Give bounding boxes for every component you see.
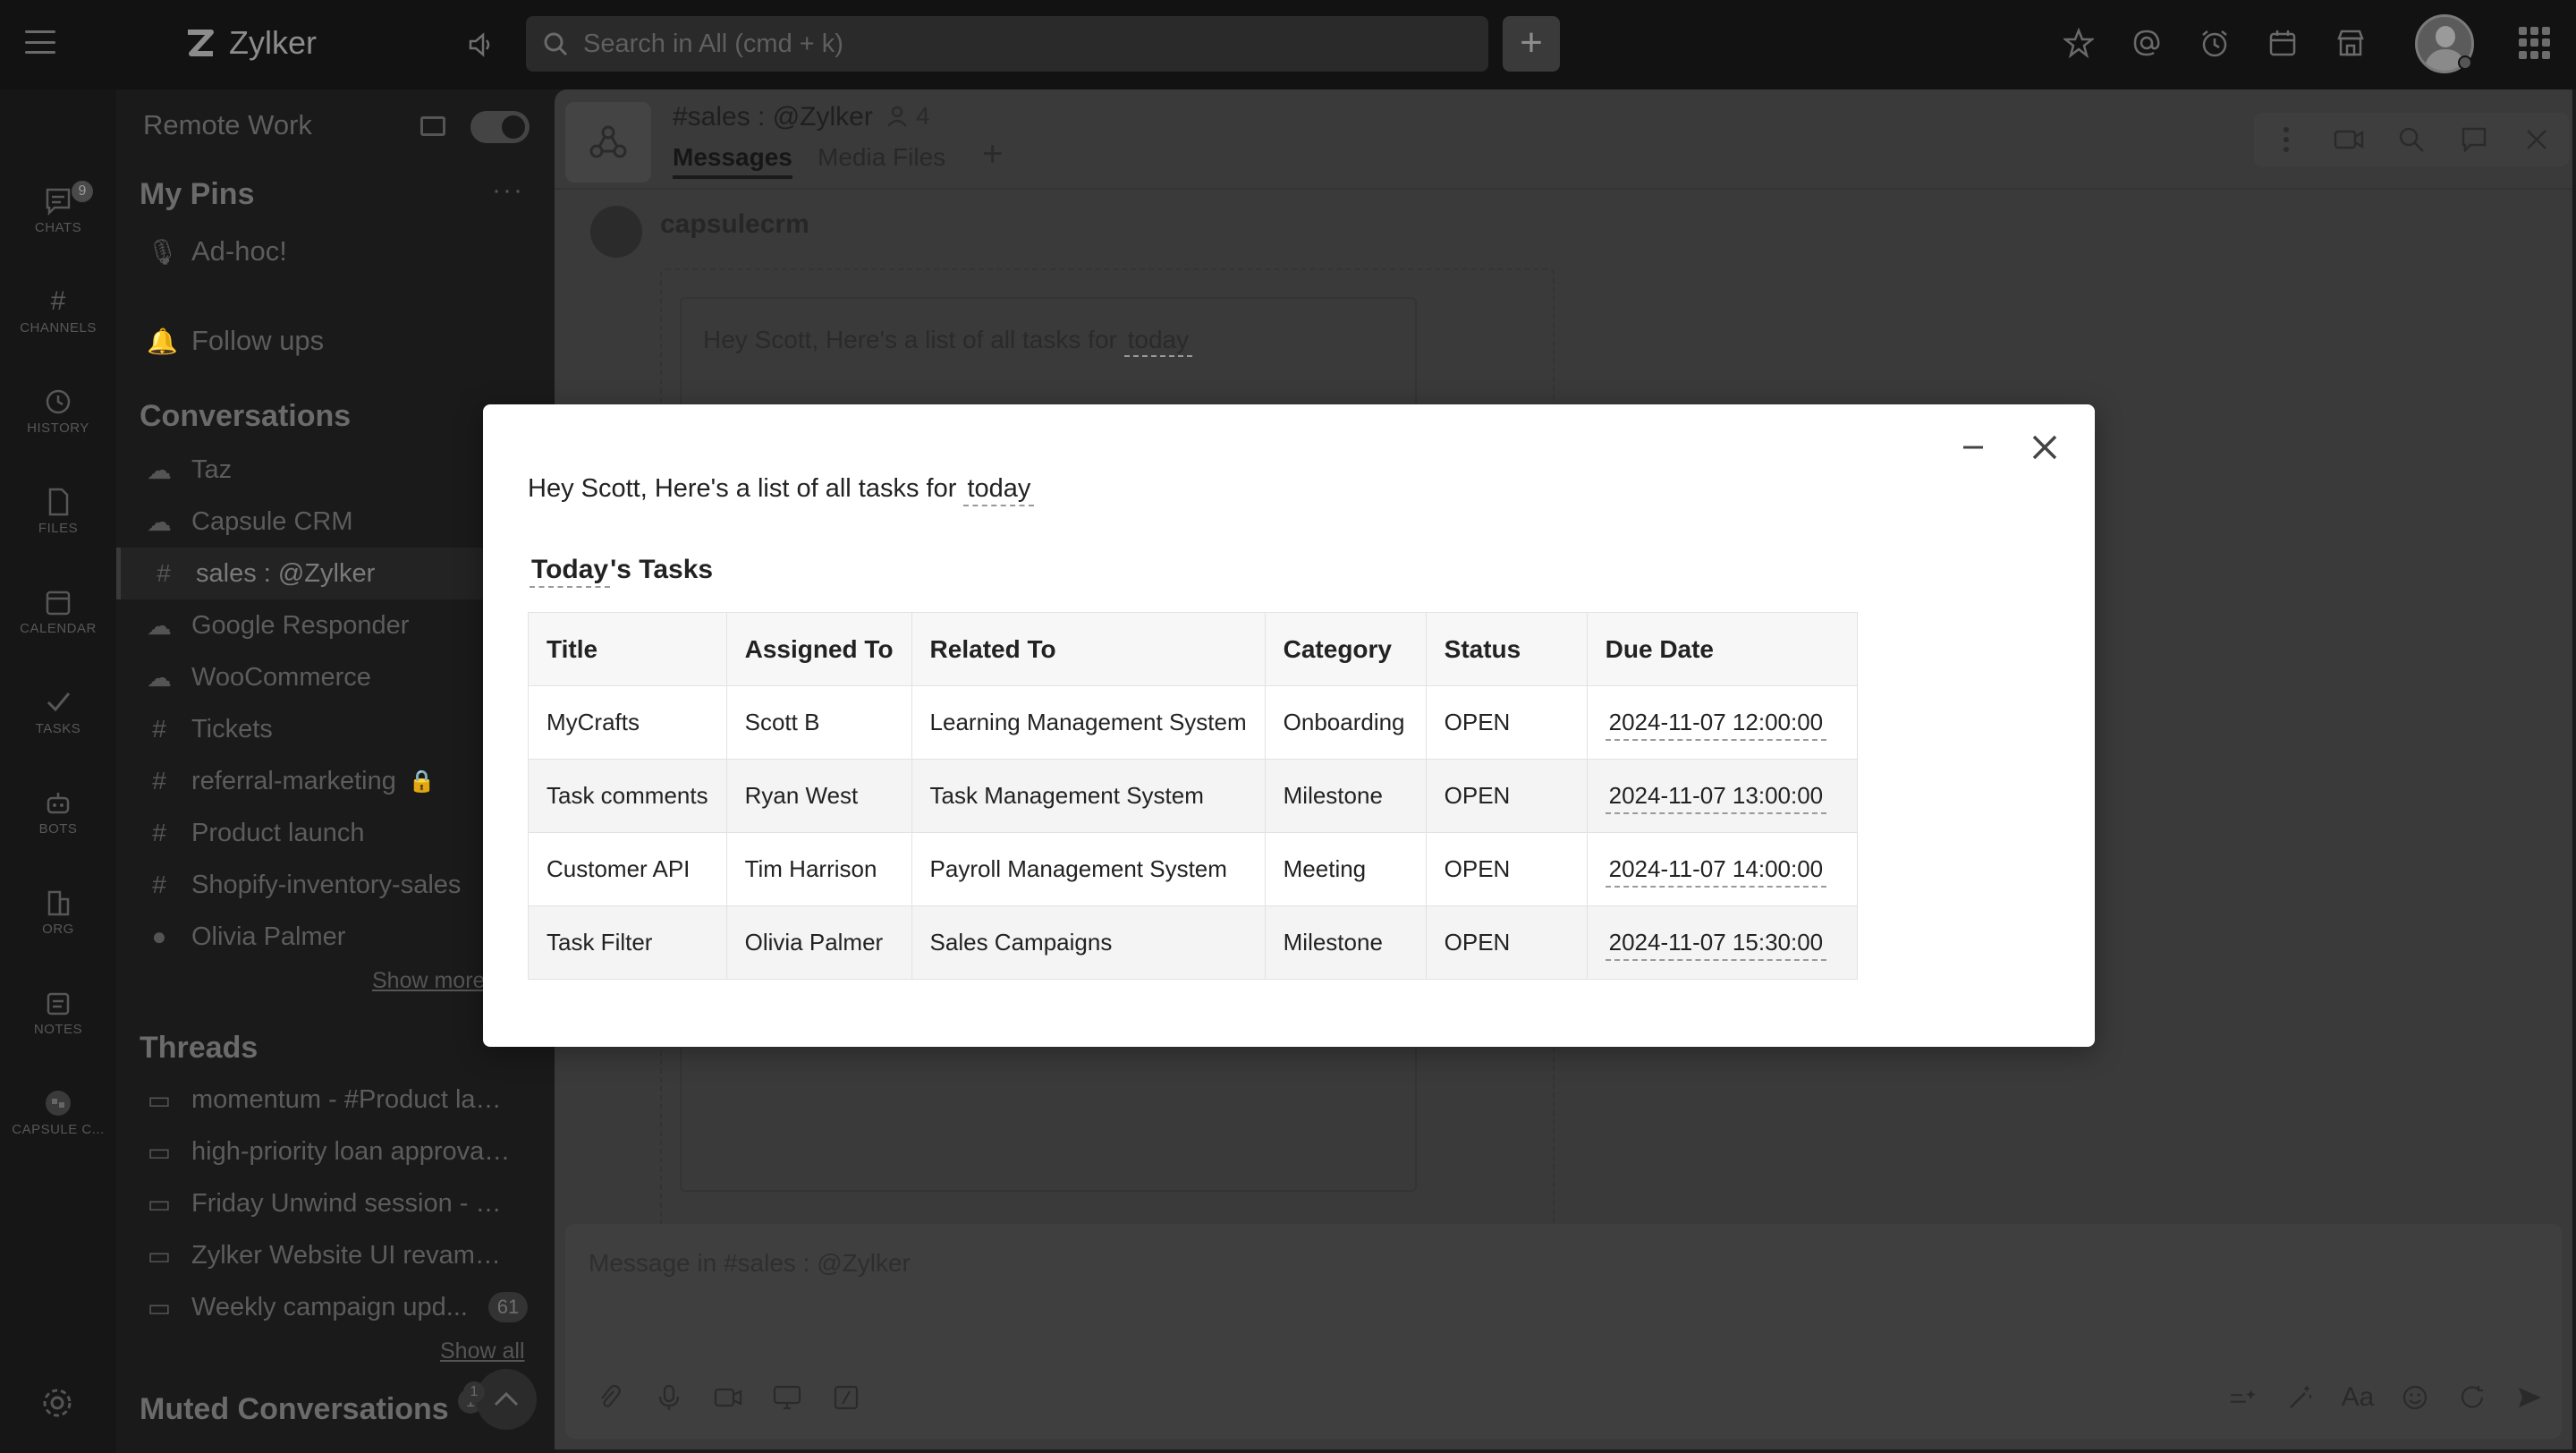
today-subtitle-link[interactable]: Today [530,555,611,588]
table-row: Customer API Tim Harrison Payroll Manage… [528,832,1858,906]
column-header: Related To [911,612,1266,686]
task-due-date[interactable]: 2024-11-07 14:00:00 [1605,855,1827,888]
task-title: Customer API [528,832,727,906]
tasks-table: Title Assigned To Related To Category St… [528,612,1858,980]
close-icon [2032,435,2057,460]
task-title: MyCrafts [528,685,727,760]
task-related: Task Management System [911,759,1266,833]
minimize-icon [1963,446,1983,449]
task-category: Milestone [1264,759,1427,833]
modal-intro: Hey Scott, Here's a list of all tasks fo… [528,474,1035,506]
column-header: Title [528,612,727,686]
task-status: OPEN [1425,759,1588,833]
task-category: Meeting [1264,832,1427,906]
table-row: Task Filter Olivia Palmer Sales Campaign… [528,905,1858,980]
task-due-date[interactable]: 2024-11-07 15:30:00 [1605,929,1827,961]
modal-subtitle: Today's Tasks [530,555,713,588]
task-category: Onboarding [1264,685,1427,760]
table-row: Task comments Ryan West Task Management … [528,759,1858,833]
column-header: Status [1425,612,1588,686]
task-assignee: Scott B [725,685,912,760]
task-related: Learning Management System [911,685,1266,760]
task-due-date[interactable]: 2024-11-07 13:00:00 [1605,782,1827,814]
task-assignee: Ryan West [725,759,912,833]
minimize-button[interactable] [1953,428,1993,467]
column-header: Assigned To [725,612,912,686]
task-title: Task comments [528,759,727,833]
task-assignee: Tim Harrison [725,832,912,906]
task-related: Sales Campaigns [911,905,1266,980]
tasks-modal: Hey Scott, Here's a list of all tasks fo… [483,404,2095,1047]
column-header: Due Date [1586,612,1858,686]
task-related: Payroll Management System [911,832,1266,906]
today-date-link[interactable]: today [963,474,1035,506]
task-status: OPEN [1425,685,1588,760]
table-header-row: Title Assigned To Related To Category St… [528,612,1858,686]
task-title: Task Filter [528,905,727,980]
task-status: OPEN [1425,905,1588,980]
task-category: Milestone [1264,905,1427,980]
task-assignee: Olivia Palmer [725,905,912,980]
close-button[interactable] [2025,428,2064,467]
task-status: OPEN [1425,832,1588,906]
table-row: MyCrafts Scott B Learning Management Sys… [528,685,1858,760]
task-due-date[interactable]: 2024-11-07 12:00:00 [1605,709,1827,741]
column-header: Category [1264,612,1427,686]
